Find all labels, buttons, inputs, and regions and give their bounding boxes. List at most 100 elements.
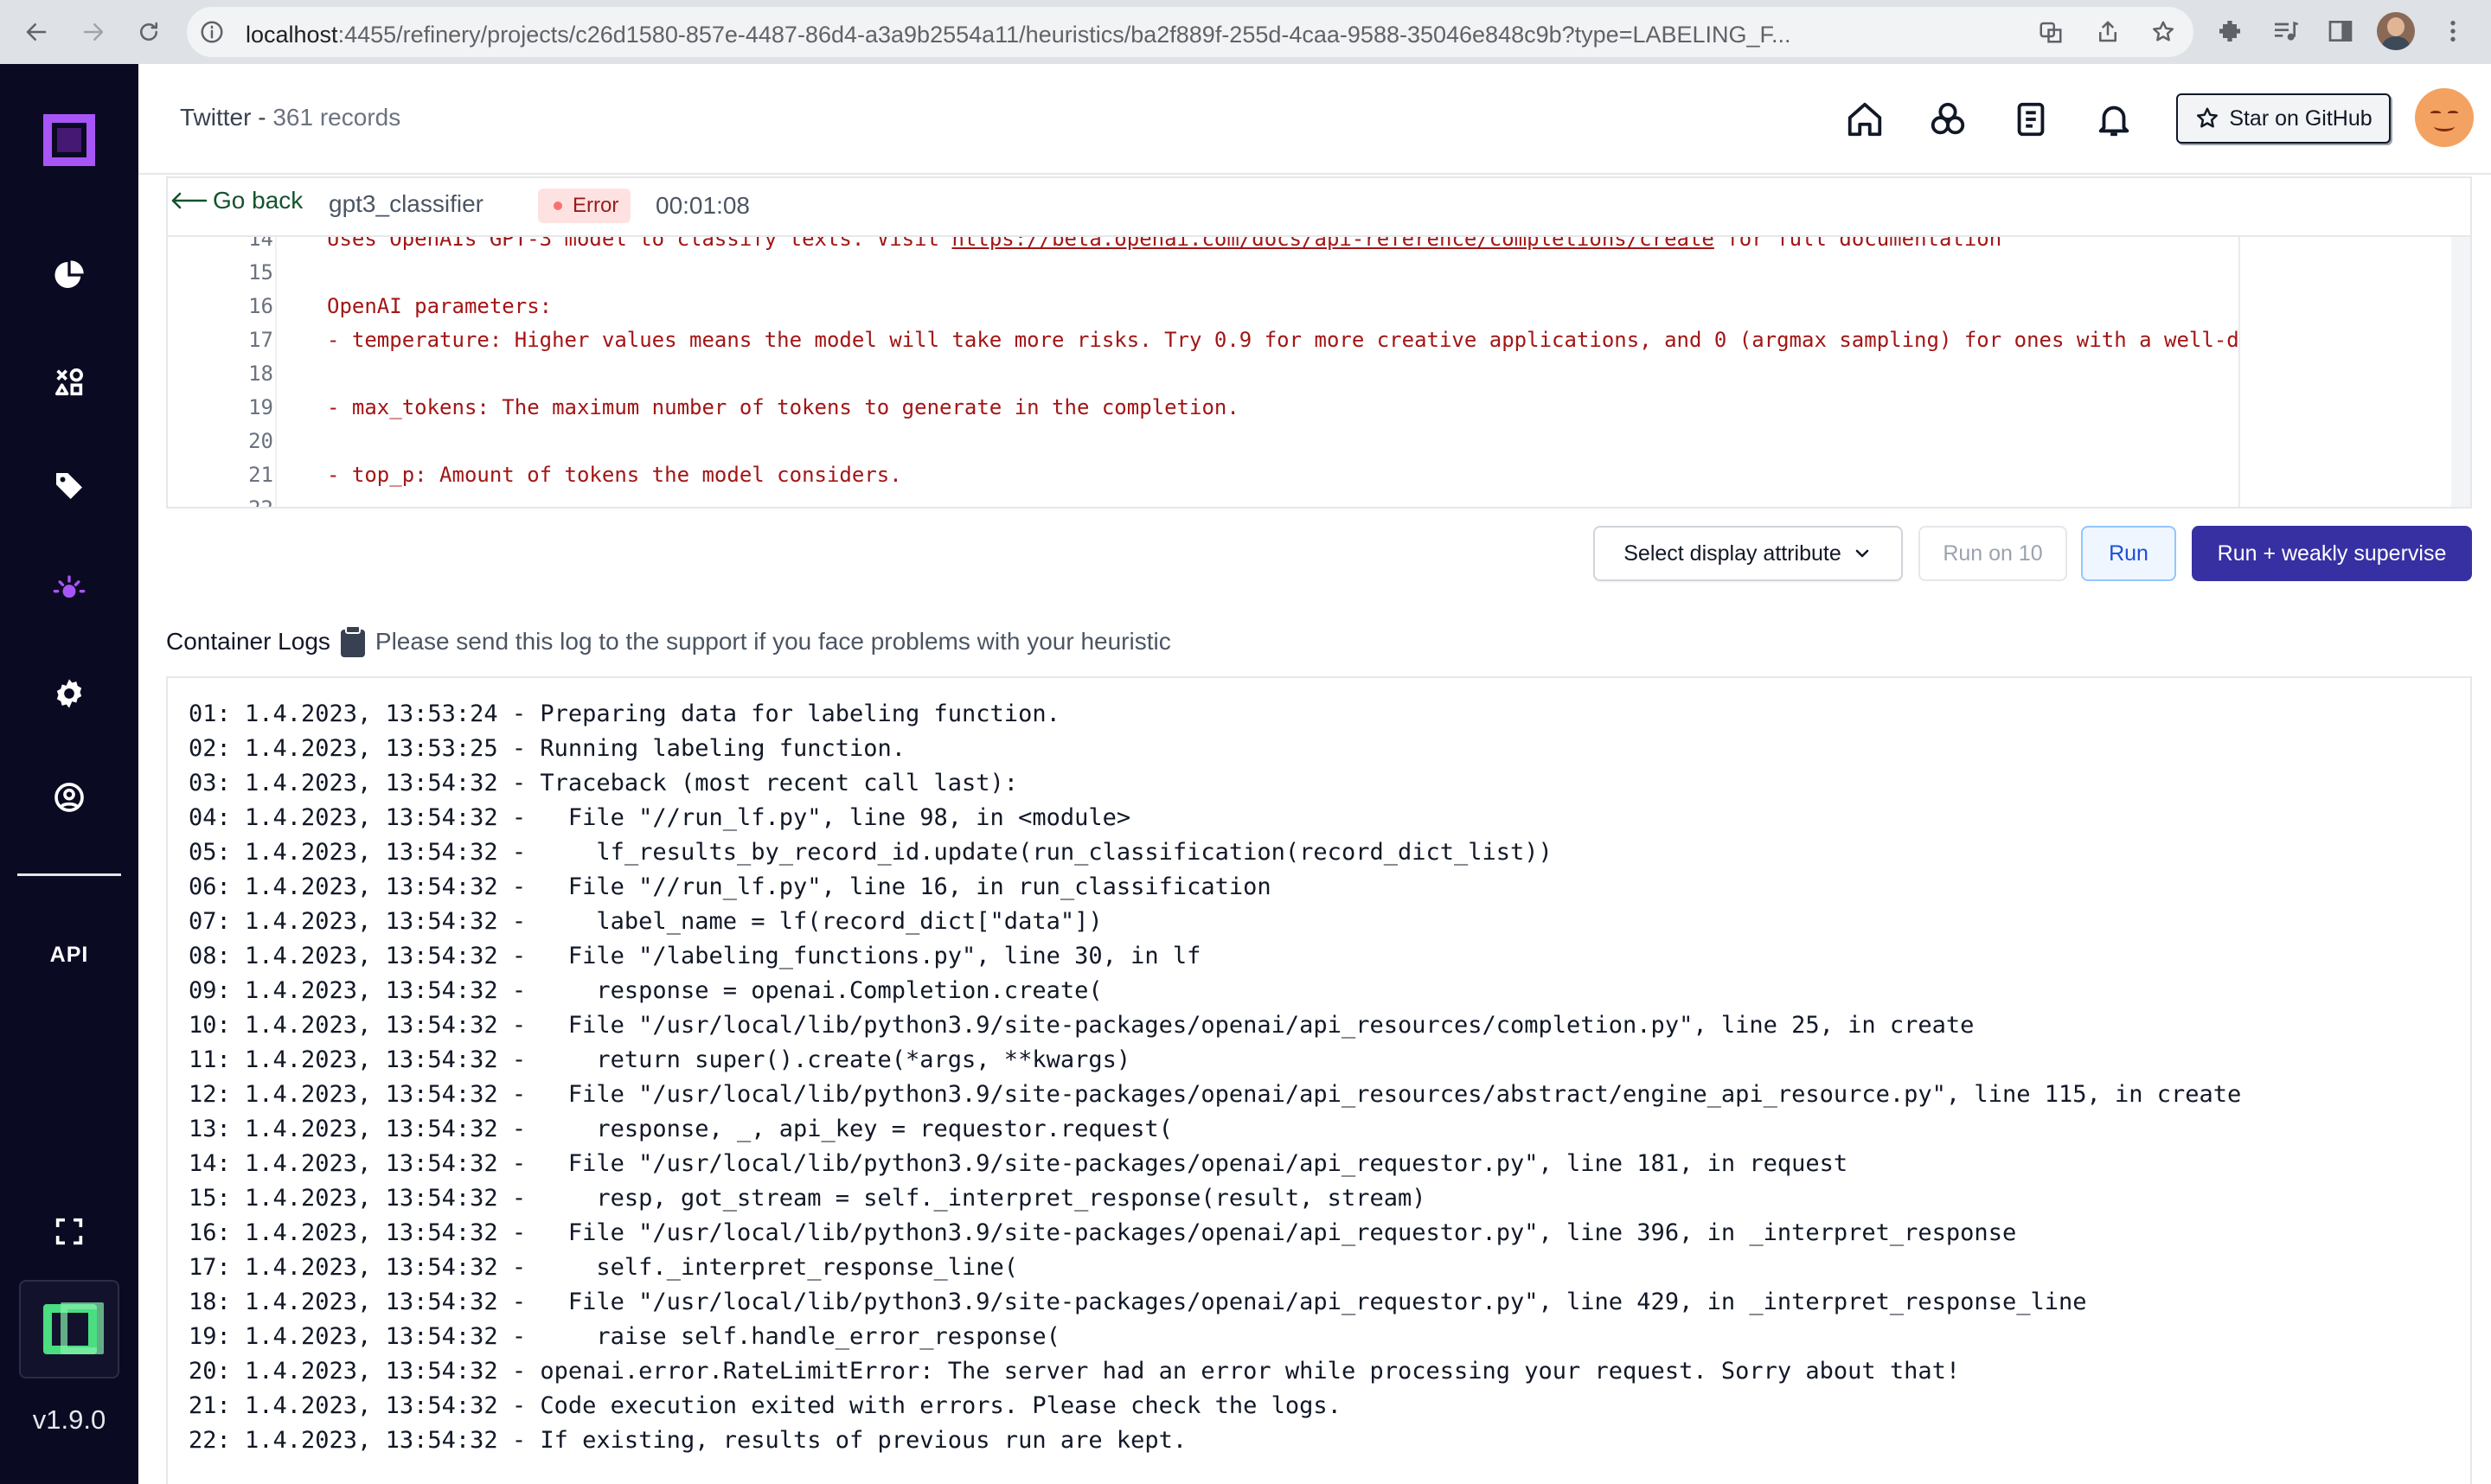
site-info-icon[interactable]: [199, 19, 225, 45]
url-host: localhost: [246, 22, 338, 48]
line-number: 22: [248, 496, 273, 509]
fullscreen-icon[interactable]: [50, 1212, 88, 1251]
avatar-eye: [2430, 111, 2441, 115]
extensions-icon[interactable]: [2216, 17, 2244, 45]
code-line: - temperature: Higher values means the m…: [327, 324, 2239, 355]
log-line: 01: 1.4.2023, 13:53:24 - Preparing data …: [189, 700, 1060, 727]
log-line: 22: 1.4.2023, 13:54:32 - If existing, re…: [189, 1427, 1188, 1454]
chevron-down-icon: [1855, 549, 1869, 558]
line-number: 21: [248, 463, 273, 487]
url-text: localhost:4455/refinery/projects/c26d158…: [246, 22, 1791, 48]
editor-scrollbar[interactable]: [2451, 237, 2470, 507]
status-dot-icon: [554, 201, 562, 210]
pie-chart-icon[interactable]: [50, 256, 88, 294]
project-title: Twitter - 361 records: [180, 104, 400, 131]
back-arrow-icon[interactable]: [17, 13, 55, 51]
more-menu-icon[interactable]: [2439, 17, 2467, 45]
media-queue-icon[interactable]: [2271, 17, 2299, 45]
code-line: - max_tokens: The maximum number of toke…: [327, 392, 1239, 423]
log-list: 01: 1.4.2023, 13:53:24 - Preparing data …: [189, 697, 2241, 1458]
tag-icon[interactable]: [50, 467, 88, 505]
line-number: 14: [248, 235, 273, 251]
log-line: 16: 1.4.2023, 13:54:32 - File "/usr/loca…: [189, 1219, 2017, 1246]
heuristics-bulb-icon[interactable]: [50, 571, 88, 609]
log-line: 17: 1.4.2023, 13:54:32 - self._interpret…: [189, 1254, 1019, 1281]
code-text: OpenAI parameters:: [327, 294, 553, 318]
refinery-logo[interactable]: [43, 114, 95, 166]
forward-arrow-icon[interactable]: [74, 13, 112, 51]
code-line: Uses OpenAIs GPT-3 model to classify tex…: [327, 235, 2002, 254]
go-back-link[interactable]: Go back: [170, 187, 303, 214]
projects-circles-icon[interactable]: [1925, 97, 1970, 142]
reload-icon[interactable]: [130, 13, 168, 51]
page-header: Twitter - 361 records Star on GitHub: [138, 64, 2491, 175]
translate-icon[interactable]: [2038, 19, 2064, 45]
line-number: 19: [248, 395, 273, 419]
gutter-separator: [275, 237, 277, 507]
run-weakly-supervise-button[interactable]: Run + weakly supervise: [2192, 526, 2472, 581]
user-circle-icon[interactable]: [50, 778, 88, 816]
arrow-left-icon: [171, 192, 208, 209]
documentation-icon[interactable]: [2008, 97, 2053, 142]
browser-toolbar: localhost:4455/refinery/projects/c26d158…: [0, 0, 2491, 64]
kern-logo-icon: [43, 1302, 104, 1354]
user-avatar[interactable]: [2415, 88, 2474, 147]
container-logs-box: 01: 1.4.2023, 13:53:24 - Preparing data …: [166, 676, 2472, 1484]
container-logs-header: Container Logs Please send this log to t…: [166, 624, 1171, 659]
url-path: :4455/refinery/projects/c26d1580-857e-44…: [337, 22, 1791, 48]
status-badge: Error: [538, 189, 631, 223]
code-line: - top_p: Amount of tokens the model cons…: [327, 459, 902, 490]
log-line: 08: 1.4.2023, 13:54:32 - File "/labeling…: [189, 943, 1201, 969]
code-line: OpenAI parameters:: [327, 291, 552, 322]
app-sidebar: API v1.9.0: [0, 64, 138, 1484]
go-back-label: Go back: [213, 187, 304, 214]
log-line: 02: 1.4.2023, 13:53:25 - Running labelin…: [189, 735, 906, 762]
project-name: Twitter: [180, 104, 252, 131]
heuristic-bar: Go back gpt3_classifier Error 00:01:08: [166, 176, 2472, 235]
code-text: - max_tokens: The maximum number of toke…: [327, 395, 1239, 419]
settings-gear-icon[interactable]: [50, 675, 88, 713]
record-count: 361 records: [272, 104, 401, 131]
browser-profile-avatar[interactable]: [2377, 12, 2415, 50]
avatar-mouth: [2434, 121, 2455, 131]
log-line: 13: 1.4.2023, 13:54:32 - response, _, ap…: [189, 1116, 1173, 1142]
log-line: 07: 1.4.2023, 13:54:32 - label_name = lf…: [189, 908, 1103, 935]
log-line: 05: 1.4.2023, 13:54:32 - lf_results_by_r…: [189, 839, 1553, 866]
log-line: 10: 1.4.2023, 13:54:32 - File "/usr/loca…: [189, 1012, 1975, 1039]
star-on-github-button[interactable]: Star on GitHub: [2176, 93, 2391, 144]
bookmark-star-icon[interactable]: [2150, 19, 2176, 45]
star-icon: [2197, 107, 2219, 128]
clipboard-icon[interactable]: [339, 624, 367, 659]
run-on-10-button[interactable]: Run on 10: [1918, 526, 2067, 581]
share-icon[interactable]: [2095, 19, 2121, 45]
line-number: 20: [248, 429, 273, 453]
sidebar-divider: [17, 873, 121, 876]
code-text: for full documentation: [1713, 235, 2002, 251]
shapes-icon[interactable]: [50, 363, 88, 401]
run-button[interactable]: Run: [2081, 526, 2176, 581]
heuristic-name[interactable]: gpt3_classifier: [329, 190, 483, 218]
log-line: 03: 1.4.2023, 13:54:32 - Traceback (most…: [189, 770, 1019, 796]
log-line: 04: 1.4.2023, 13:54:32 - File "//run_lf.…: [189, 804, 1131, 831]
select-display-label: Select display attribute: [1623, 541, 1841, 566]
home-icon[interactable]: [1842, 97, 1887, 142]
api-link[interactable]: API: [0, 943, 138, 968]
docs-link[interactable]: https://beta.openai.com/docs/api-referen…: [951, 237, 1713, 251]
log-line: 11: 1.4.2023, 13:54:32 - return super().…: [189, 1046, 1131, 1073]
log-line: 15: 1.4.2023, 13:54:32 - resp, got_strea…: [189, 1185, 1426, 1212]
status-label: Error: [573, 194, 619, 217]
kern-logo-box[interactable]: [19, 1280, 119, 1378]
address-bar[interactable]: localhost:4455/refinery/projects/c26d158…: [187, 7, 2193, 57]
notification-bell-icon[interactable]: [2091, 97, 2136, 142]
log-line: 18: 1.4.2023, 13:54:32 - File "/usr/loca…: [189, 1289, 2087, 1315]
line-number: 18: [248, 361, 273, 386]
log-line: 12: 1.4.2023, 13:54:32 - File "/usr/loca…: [189, 1081, 2242, 1108]
code-editor[interactable]: 14 15 16 17 18 19 20 21 22 Uses OpenAIs GPT-3 mo…: [166, 235, 2472, 509]
log-line: 19: 1.4.2023, 13:54:32 - raise self.hand…: [189, 1323, 1060, 1350]
minimap-separator: [2238, 237, 2240, 507]
log-line: 09: 1.4.2023, 13:54:32 - response = open…: [189, 977, 1103, 1004]
select-display-attribute-dropdown[interactable]: Select display attribute: [1593, 526, 1903, 581]
line-number: 15: [248, 260, 273, 285]
side-panel-icon[interactable]: [2327, 17, 2354, 45]
run-duration: 00:01:08: [656, 192, 750, 219]
